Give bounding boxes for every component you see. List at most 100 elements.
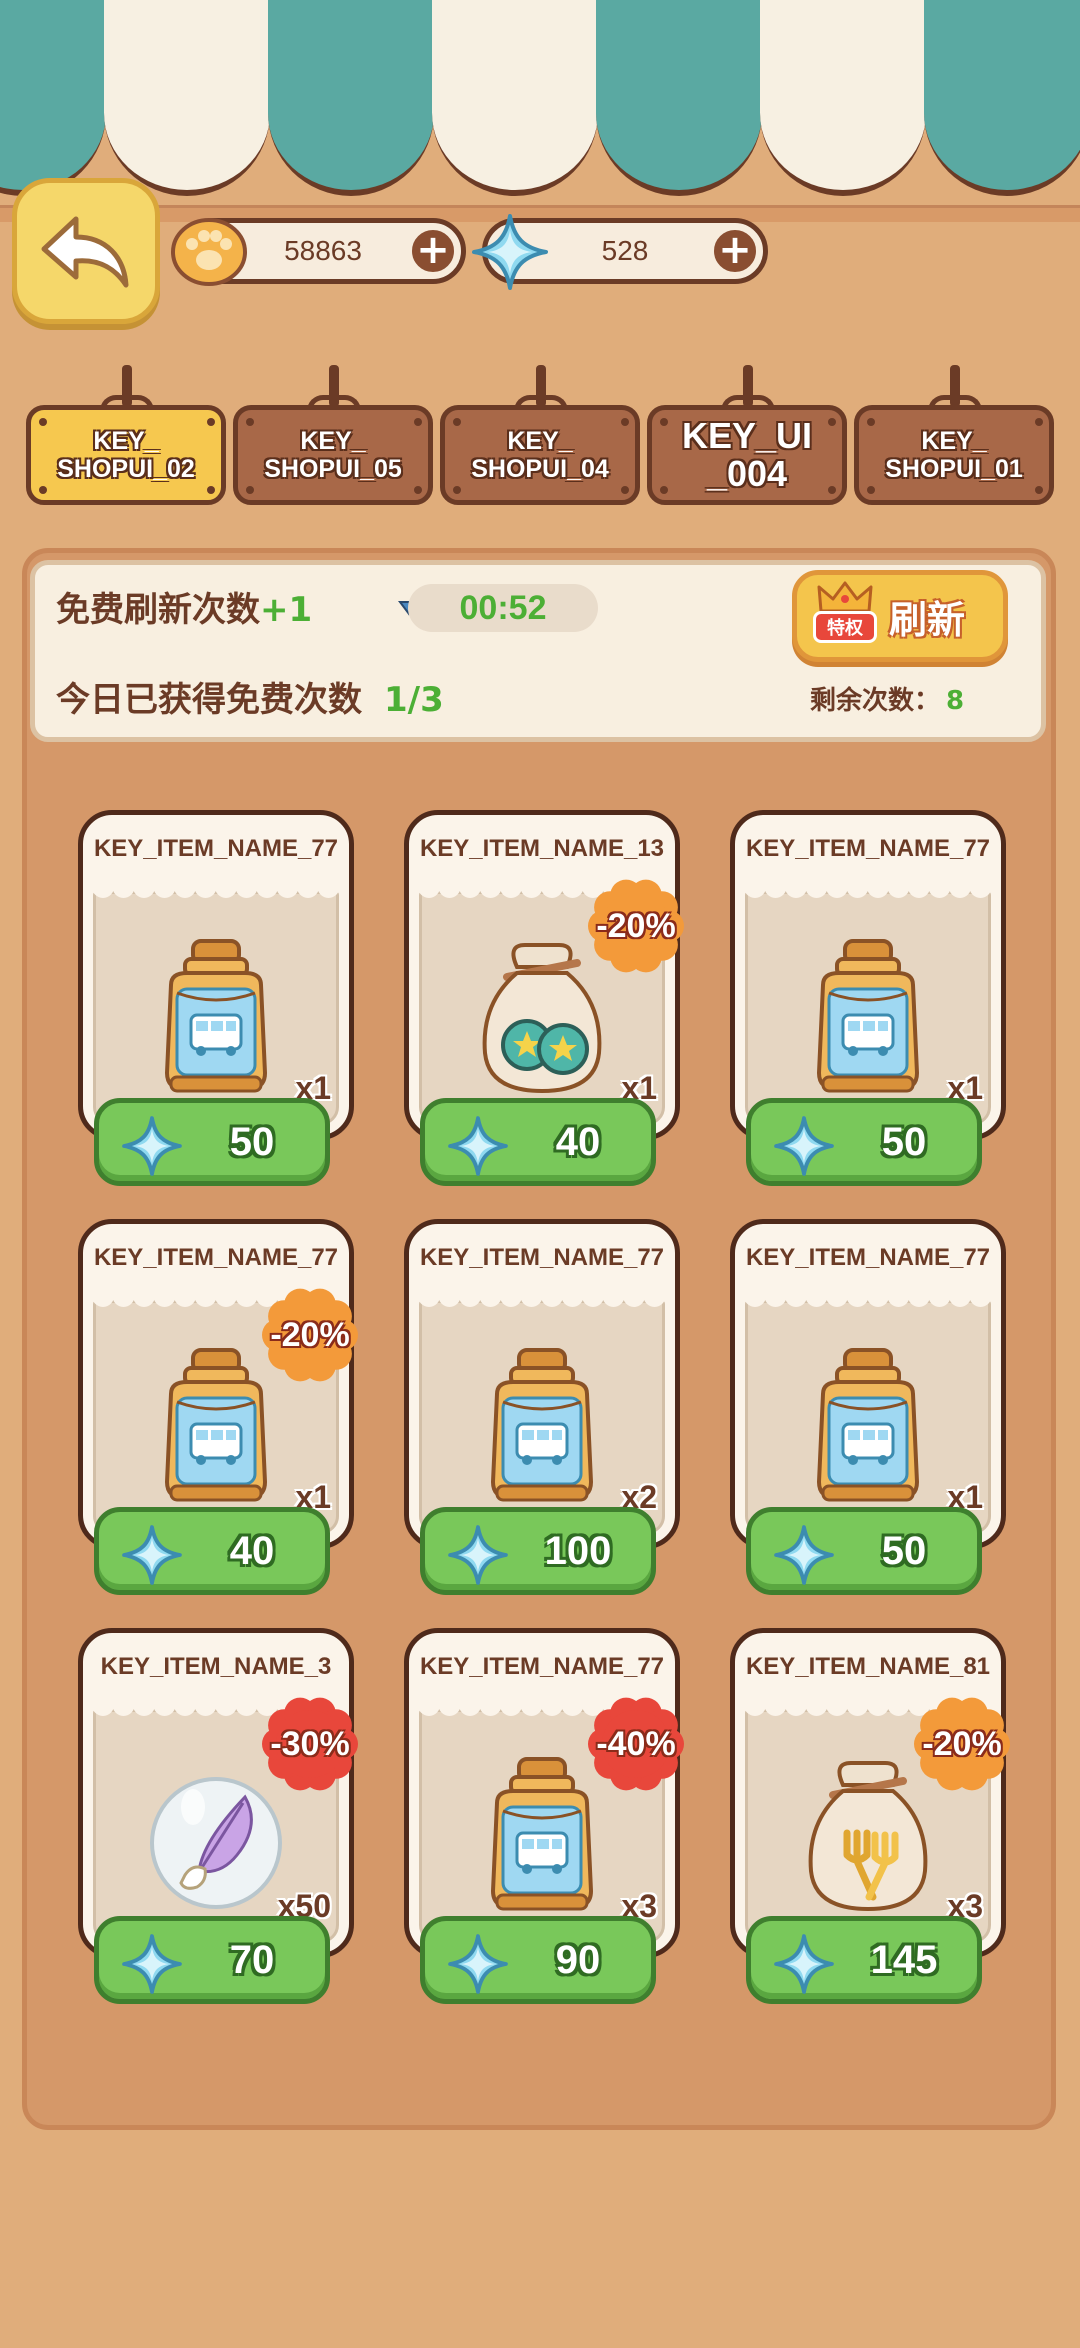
shop-tab-5[interactable]: KEY_ SHOPUI_01 (854, 365, 1054, 505)
buy-button[interactable]: 40 (94, 1507, 330, 1595)
shop-item-card[interactable]: KEY_ITEM_NAME_77 x1 (78, 810, 354, 1140)
tab-rivet (660, 418, 668, 426)
shop-item-card[interactable]: KEY_ITEM_NAME_77 x1 (730, 810, 1006, 1140)
item-name: KEY_ITEM_NAME_77 (419, 1244, 665, 1271)
shop-item-card[interactable]: KEY_ITEM_NAME_3 x50 (78, 1628, 354, 1958)
coin-amount: 58863 (284, 235, 362, 266)
tab-rivet (246, 486, 254, 494)
card-scallop-trim (745, 883, 991, 898)
bus-jar-icon (793, 933, 943, 1103)
buy-button[interactable]: 50 (94, 1098, 330, 1186)
tab-rivet (828, 418, 836, 426)
price-amount: 50 (881, 1119, 927, 1164)
bus-jar-icon (793, 1342, 943, 1512)
tab-label: KEY_ SHOPUI_02 (26, 405, 226, 505)
paw-coin-icon (171, 218, 247, 286)
gem-icon (121, 1115, 183, 1181)
discount-label: -20% (922, 1724, 1002, 1763)
discount-badge: -20% (588, 878, 684, 974)
card-scallop-trim (419, 1292, 665, 1307)
tab-rivet (453, 418, 461, 426)
shop-item-card[interactable]: KEY_ITEM_NAME_13 x1 (404, 810, 680, 1140)
awning-stripe (0, 0, 106, 196)
privilege-badge: 特权 (813, 611, 877, 643)
discount-label: -20% (596, 906, 676, 945)
gem-icon (121, 1933, 183, 1999)
add-gems-button[interactable]: + (711, 227, 759, 275)
gem-icon (121, 1524, 183, 1590)
discount-badge: -30% (262, 1696, 358, 1792)
tab-rivet (207, 486, 215, 494)
item-name: KEY_ITEM_NAME_13 (419, 835, 665, 862)
shop-item-card[interactable]: KEY_ITEM_NAME_77 x3 (404, 1628, 680, 1958)
back-arrow-icon (41, 216, 129, 288)
gem-icon (447, 1115, 509, 1181)
awning-stripe (596, 0, 762, 196)
tab-rivet (246, 418, 254, 426)
awning-stripe (432, 0, 598, 196)
refresh-label: 刷新 (889, 598, 966, 642)
gem-icon (472, 214, 548, 290)
item-name: KEY_ITEM_NAME_3 (100, 1653, 332, 1680)
item-name: KEY_ITEM_NAME_77 (745, 835, 991, 862)
awning-stripe (760, 0, 926, 196)
price-amount: 145 (870, 1937, 938, 1982)
item-name: KEY_ITEM_NAME_77 (93, 1244, 339, 1271)
shop-tab-2[interactable]: KEY_ SHOPUI_05 (233, 365, 433, 505)
tab-label: KEY_UI _004 (647, 405, 847, 505)
gem-icon (447, 1933, 509, 1999)
tab-rivet (39, 486, 47, 494)
shop-item-card[interactable]: KEY_ITEM_NAME_77 x1 (78, 1219, 354, 1549)
tab-rivet (621, 486, 629, 494)
shop-tab-3[interactable]: KEY_ SHOPUI_04 (440, 365, 640, 505)
buy-button[interactable]: 90 (420, 1916, 656, 2004)
tab-rivet (453, 486, 461, 494)
tab-rivet (39, 418, 47, 426)
tab-rivet (414, 418, 422, 426)
discount-badge: -20% (262, 1287, 358, 1383)
free-refresh-label: 免费刷新次数+1 (56, 590, 313, 630)
refresh-timer: 00:52 (408, 584, 598, 632)
item-name: KEY_ITEM_NAME_77 (93, 835, 339, 862)
discount-badge: -20% (914, 1696, 1010, 1792)
today-free-label: 今日已获得免费次数 1/3 (56, 680, 444, 720)
tab-rivet (414, 486, 422, 494)
gem-amount: 528 (601, 235, 649, 266)
tab-rivet (621, 418, 629, 426)
buy-button[interactable]: 145 (746, 1916, 982, 2004)
tab-rivet (1035, 486, 1043, 494)
bus-jar-icon (141, 933, 291, 1103)
shop-item-card[interactable]: KEY_ITEM_NAME_77 x1 (730, 1219, 1006, 1549)
item-name: KEY_ITEM_NAME_81 (745, 1653, 991, 1680)
discount-label: -20% (270, 1315, 350, 1354)
shop-item-card[interactable]: KEY_ITEM_NAME_77 x2 (404, 1219, 680, 1549)
remaining-count: 剩余次数： 8 (810, 686, 965, 716)
shop-tab-4[interactable]: KEY_UI _004 (647, 365, 847, 505)
buy-button[interactable]: 70 (94, 1916, 330, 2004)
gem-icon (773, 1115, 835, 1181)
bus-jar-icon (467, 1342, 617, 1512)
discount-label: -30% (270, 1724, 350, 1763)
gem-icon (773, 1524, 835, 1590)
buy-button[interactable]: 50 (746, 1507, 982, 1595)
gem-icon (447, 1524, 509, 1590)
awning-stripe (924, 0, 1080, 196)
tab-hook (122, 365, 132, 407)
tab-hook (743, 365, 753, 407)
shop-awning (0, 0, 1080, 200)
shop-item-card[interactable]: KEY_ITEM_NAME_81 x3 (730, 1628, 1006, 1958)
tab-label: KEY_ SHOPUI_04 (440, 405, 640, 505)
buy-button[interactable]: 40 (420, 1098, 656, 1186)
price-amount: 50 (881, 1528, 927, 1573)
price-amount: 40 (229, 1528, 275, 1573)
item-name: KEY_ITEM_NAME_77 (419, 1653, 665, 1680)
discount-label: -40% (596, 1724, 676, 1763)
shop-tab-1[interactable]: KEY_ SHOPUI_02 (26, 365, 226, 505)
refresh-button[interactable]: 特权 刷新 (792, 570, 1008, 662)
card-scallop-trim (745, 1292, 991, 1307)
back-button[interactable] (12, 178, 160, 324)
tab-rivet (207, 418, 215, 426)
buy-button[interactable]: 100 (420, 1507, 656, 1595)
buy-button[interactable]: 50 (746, 1098, 982, 1186)
add-coins-button[interactable]: + (409, 227, 457, 275)
